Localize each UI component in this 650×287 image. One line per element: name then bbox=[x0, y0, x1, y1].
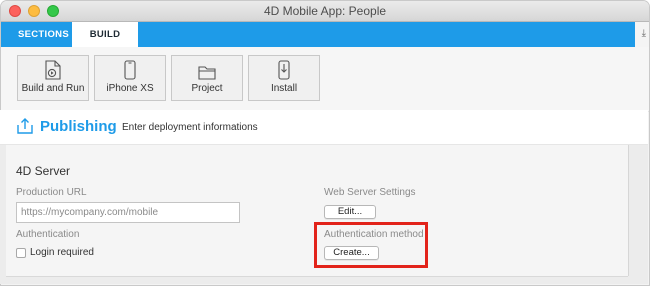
install-icon bbox=[249, 56, 319, 80]
publish-icon bbox=[16, 117, 34, 138]
login-required-checkbox[interactable] bbox=[16, 248, 26, 258]
publishing-header: Publishing Enter deployment informations bbox=[0, 110, 648, 145]
login-required-label: Login required bbox=[30, 247, 94, 258]
project-button[interactable]: Project bbox=[171, 55, 243, 101]
production-url-label: Production URL bbox=[16, 187, 87, 198]
section-subtitle: Enter deployment informations bbox=[122, 122, 258, 133]
production-url-input[interactable] bbox=[16, 202, 240, 223]
tab-sections[interactable]: SECTIONS bbox=[18, 22, 69, 47]
title-bar: 4D Mobile App: People bbox=[1, 1, 649, 22]
export-icon[interactable]: ⤓ bbox=[642, 29, 646, 39]
iphone-icon bbox=[95, 56, 165, 80]
section-title: Publishing bbox=[40, 118, 117, 135]
iphone-xs-button[interactable]: iPhone XS bbox=[94, 55, 166, 101]
edit-web-server-button[interactable]: Edit... bbox=[324, 205, 376, 219]
project-label: Project bbox=[191, 83, 223, 94]
panel-divider bbox=[628, 145, 629, 276]
authentication-label: Authentication bbox=[16, 229, 80, 240]
web-server-settings-label: Web Server Settings bbox=[324, 187, 416, 198]
server-title: 4D Server bbox=[16, 164, 71, 178]
build-run-icon bbox=[18, 56, 88, 80]
build-and-run-label: Build and Run bbox=[21, 83, 85, 94]
tab-build[interactable]: BUILD bbox=[72, 22, 138, 47]
install-label: Install bbox=[270, 83, 298, 94]
tab-bar-side-strip: ⤓ bbox=[635, 22, 649, 47]
window-title: 4D Mobile App: People bbox=[263, 4, 387, 18]
tab-bar: SECTIONS BUILD ⤓ bbox=[1, 22, 649, 47]
iphone-xs-label: iPhone XS bbox=[106, 83, 154, 94]
install-button[interactable]: Install bbox=[248, 55, 320, 101]
folder-icon bbox=[172, 56, 242, 80]
highlight-box bbox=[314, 222, 428, 268]
build-and-run-button[interactable]: Build and Run bbox=[17, 55, 89, 101]
